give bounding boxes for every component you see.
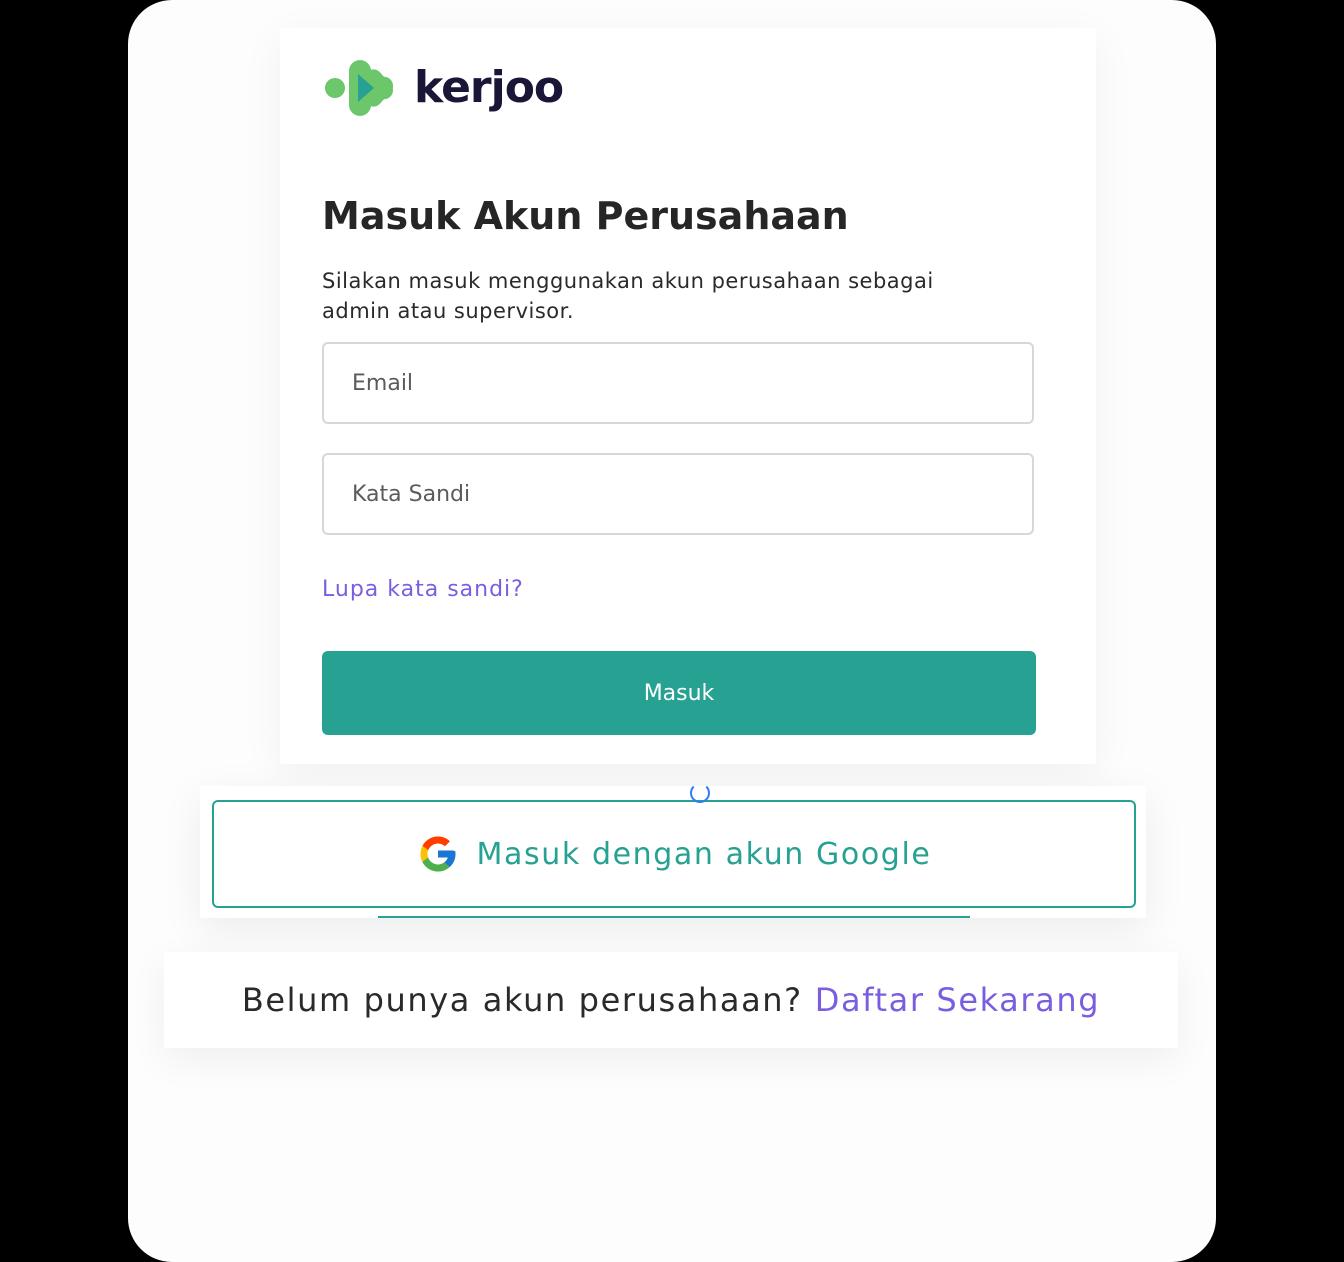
app-frame: kerjoo Masuk Akun Perusahaan Silakan mas…: [128, 0, 1216, 1262]
google-login-label: Masuk dengan akun Google: [476, 836, 932, 872]
signup-text: Belum punya akun perusahaan?: [241, 981, 803, 1019]
loading-spinner-icon: [690, 783, 710, 803]
google-login-button[interactable]: Masuk dengan akun Google: [212, 800, 1136, 908]
page-subtitle: Silakan masuk menggunakan akun perusahaa…: [322, 269, 934, 323]
google-panel-underline: [378, 916, 970, 918]
kerjoo-logo-icon: [325, 60, 394, 116]
password-field[interactable]: [322, 453, 1034, 535]
login-card: kerjoo Masuk Akun Perusahaan Silakan mas…: [280, 28, 1096, 764]
email-field[interactable]: [322, 342, 1034, 424]
google-g-icon: [420, 836, 456, 872]
forgot-password-link[interactable]: Lupa kata sandi?: [322, 572, 524, 608]
google-login-panel: Masuk dengan akun Google: [200, 786, 1146, 918]
page-title: Masuk Akun Perusahaan: [322, 194, 849, 238]
kerjoo-logo: kerjoo: [324, 58, 564, 118]
signup-prompt: Belum punya akun perusahaan? Daftar Seka…: [164, 952, 1178, 1048]
login-button[interactable]: Masuk: [322, 651, 1036, 735]
kerjoo-wordmark: kerjoo: [414, 62, 564, 113]
signup-link[interactable]: Daftar Sekarang: [815, 981, 1100, 1019]
